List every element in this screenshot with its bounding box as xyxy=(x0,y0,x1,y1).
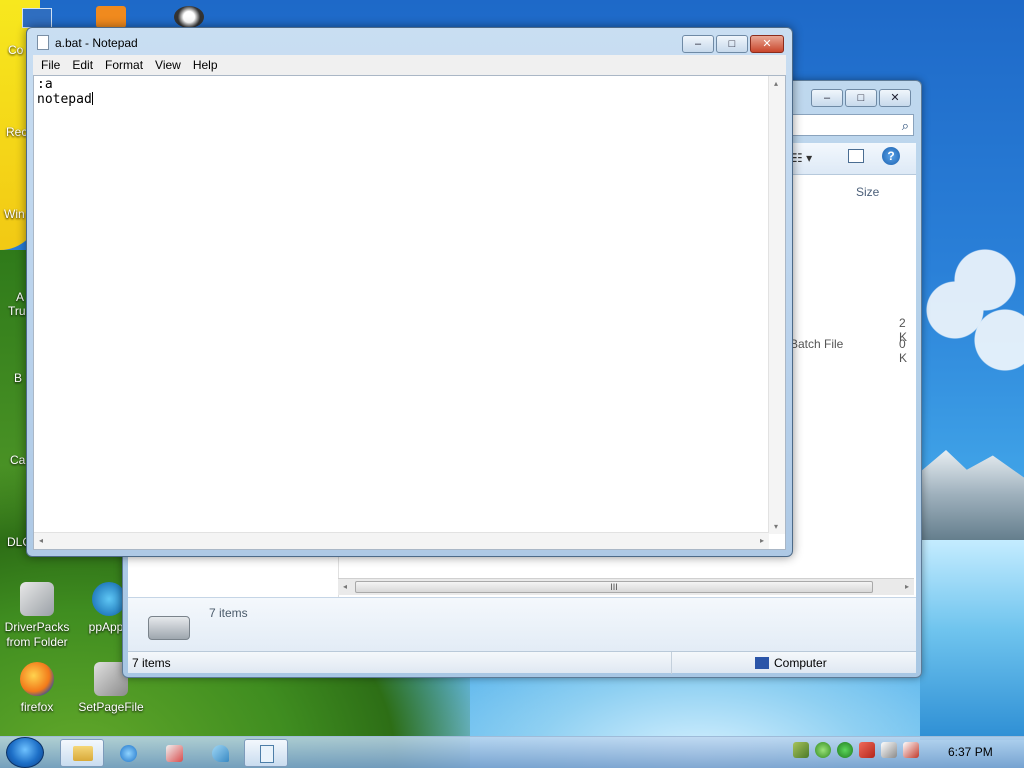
status-bar: 7 items Computer xyxy=(128,651,916,674)
details-pane: 7 items xyxy=(128,597,916,651)
desktop-icon-label: DriverPacks from Folder xyxy=(4,620,70,649)
start-button[interactable] xyxy=(6,737,44,768)
desktop-icon-driverpacks[interactable]: DriverPacks from Folder xyxy=(2,582,72,650)
text-editor[interactable]: :a notepad ▴ ▾ ◂ ▸ xyxy=(33,75,786,550)
row-size: 0 K xyxy=(899,337,908,365)
ppapps-icon xyxy=(92,582,126,616)
close-button[interactable]: ✕ xyxy=(879,89,911,107)
maximize-button[interactable]: □ xyxy=(845,89,877,107)
close-button[interactable]: ✕ xyxy=(750,35,784,53)
desktop-label-partial[interactable]: Ca xyxy=(10,453,25,467)
desktop-label-partial[interactable]: A xyxy=(16,290,24,304)
horizontal-scrollbar[interactable]: ◂ ▸ xyxy=(34,532,769,549)
firefox-icon xyxy=(20,662,54,696)
desktop-label-partial[interactable]: Tru xyxy=(8,304,26,318)
notepad-icon xyxy=(260,745,274,763)
scroll-up-icon[interactable]: ▴ xyxy=(774,79,778,88)
media-icon[interactable] xyxy=(174,6,204,28)
editor-line: notepad xyxy=(37,92,92,107)
scroll-down-icon[interactable]: ▾ xyxy=(774,522,778,531)
row-type: Batch File xyxy=(790,337,844,351)
explorer-folder-icon xyxy=(73,746,93,761)
minimize-button[interactable]: – xyxy=(811,89,843,107)
menu-format[interactable]: Format xyxy=(99,58,149,72)
explorer-caption-buttons: – □ ✕ xyxy=(811,89,911,107)
desktop-label-partial[interactable]: B xyxy=(14,371,22,385)
system-tray xyxy=(793,742,919,758)
wallpaper-lake xyxy=(920,540,1024,740)
bird-icon xyxy=(212,745,229,762)
desktop-icon-firefox[interactable]: firefox xyxy=(2,662,72,715)
menu-view[interactable]: View xyxy=(149,58,187,72)
desktop-icon-label: SetPageFile xyxy=(78,700,144,714)
column-header-size[interactable]: Size xyxy=(856,185,879,199)
status-item-count: 7 items xyxy=(132,656,171,670)
computer-icon xyxy=(755,657,769,669)
paint-icon xyxy=(166,745,183,762)
drive-icon xyxy=(148,616,190,640)
driverpacks-icon xyxy=(20,582,54,616)
search-icon: ⌕ xyxy=(901,118,909,133)
scroll-right-icon[interactable]: ▸ xyxy=(905,582,909,591)
scrollbar-thumb[interactable]: III xyxy=(355,581,873,593)
preview-pane-icon[interactable] xyxy=(848,149,864,163)
taskbar-ie-button[interactable] xyxy=(106,739,150,767)
notepad-window[interactable]: a.bat - Notepad – □ ✕ File Edit Format V… xyxy=(26,27,793,557)
menu-file[interactable]: File xyxy=(35,58,66,72)
status-separator xyxy=(671,652,672,674)
taskbar-clock[interactable]: 6:37 PM xyxy=(948,745,993,759)
tray-flag-icon[interactable] xyxy=(859,742,875,758)
status-location: Computer xyxy=(774,656,827,670)
notepad-icon xyxy=(37,35,49,50)
scroll-left-icon[interactable]: ◂ xyxy=(39,536,43,545)
text-caret xyxy=(91,92,93,105)
menu-bar: File Edit Format View Help xyxy=(33,55,786,75)
menu-help[interactable]: Help xyxy=(187,58,224,72)
search-input[interactable]: ⌕ xyxy=(788,114,914,136)
taskbar-app-button[interactable] xyxy=(198,739,242,767)
details-item-count: 7 items xyxy=(209,606,248,620)
tray-network-icon[interactable] xyxy=(793,742,809,758)
computer-icon[interactable] xyxy=(22,8,52,28)
desktop-label-partial[interactable]: Co xyxy=(8,43,23,57)
wallpaper-cloud xyxy=(925,240,1024,390)
scroll-left-icon[interactable]: ◂ xyxy=(343,582,347,591)
taskbar-explorer-button[interactable] xyxy=(60,739,104,767)
window-title-bar[interactable]: a.bat - Notepad xyxy=(37,35,138,50)
horizontal-scrollbar[interactable]: ◂ III ▸ xyxy=(338,578,914,595)
tray-device-icon[interactable] xyxy=(881,742,897,758)
desktop-label-partial[interactable]: Rec xyxy=(6,125,27,139)
caption-buttons: – □ ✕ xyxy=(682,35,784,53)
internet-explorer-icon xyxy=(120,745,137,762)
tray-volume-icon[interactable] xyxy=(903,742,919,758)
desktop-icon-label: firefox xyxy=(20,700,54,714)
window-title: a.bat - Notepad xyxy=(55,35,138,50)
tray-security-icon[interactable] xyxy=(815,742,831,758)
scroll-right-icon[interactable]: ▸ xyxy=(760,536,764,545)
view-options-icon[interactable]: ☷ ▾ xyxy=(792,151,812,165)
taskbar-paint-button[interactable] xyxy=(152,739,196,767)
menu-edit[interactable]: Edit xyxy=(66,58,99,72)
desktop-label-partial[interactable]: Win xyxy=(4,207,25,221)
editor-line: :a xyxy=(37,77,53,92)
taskbar-notepad-button[interactable] xyxy=(244,739,288,767)
tray-media-icon[interactable] xyxy=(837,742,853,758)
maximize-button[interactable]: □ xyxy=(716,35,748,53)
vertical-scrollbar[interactable]: ▴ ▾ xyxy=(768,76,785,534)
help-icon[interactable]: ? xyxy=(882,147,900,165)
editor-content[interactable]: :a notepad xyxy=(37,78,93,107)
minimize-button[interactable]: – xyxy=(682,35,714,53)
app-icon[interactable] xyxy=(96,6,126,28)
